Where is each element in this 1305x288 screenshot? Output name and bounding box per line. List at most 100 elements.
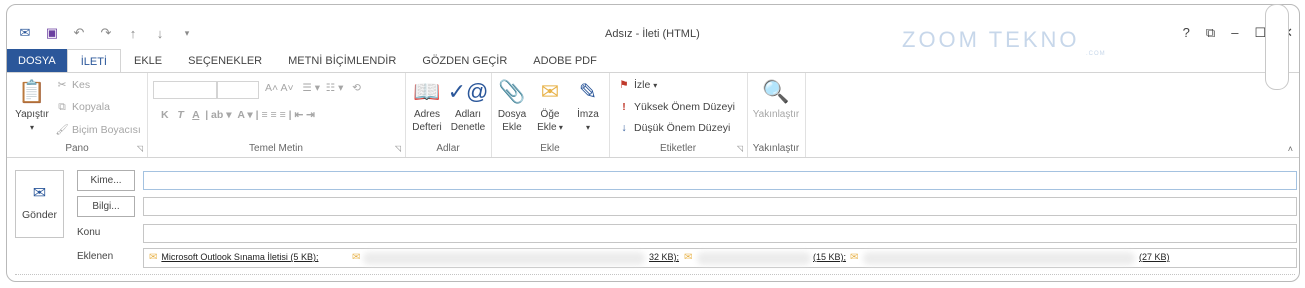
tab-adobe-pdf[interactable]: ADOBE PDF (520, 49, 610, 73)
to-field[interactable] (143, 171, 1297, 190)
redacted-attachment (697, 252, 811, 265)
mail-icon[interactable]: ✉ (17, 25, 33, 41)
dialog-launcher-icon[interactable]: ◹ (737, 144, 743, 153)
high-importance-icon: ! (622, 101, 626, 113)
attach-item-l2: Ekle (537, 122, 557, 133)
attach-item-l1: Öğe (540, 109, 560, 120)
cc-field[interactable] (143, 197, 1297, 216)
flag-icon: ⚑ (619, 79, 629, 91)
attach-item-button[interactable]: ✉ Öğe Ekle ▾ (531, 79, 569, 134)
redacted-attachment (363, 252, 645, 265)
subject-field[interactable] (143, 224, 1297, 243)
collapse-ribbon-icon[interactable]: ˄ (1288, 144, 1293, 154)
cut-button[interactable]: ✂ Kes (55, 79, 91, 91)
ribbon: 📋 Yapıştır ▾ ✂ Kes ⧉ Kopyala 🖌 Biçim Boyacı… (7, 72, 1299, 158)
group-include: 📎 Dosya Ekle ✉ Öğe Ekle ▾ ✎ İmza ▾ Ekle (491, 73, 610, 157)
minimize-button[interactable]: – (1231, 25, 1238, 41)
send-label: Gönder (21, 209, 58, 221)
low-importance-button[interactable]: ↓ Düşük Önem Düzeyi (617, 122, 730, 134)
check-names-icon: ✓@ (447, 79, 489, 104)
quick-access-toolbar: ✉ ▣ ↶ ↷ ↑ ↓ ▾ (17, 25, 195, 41)
paste-label: Yapıştır (15, 109, 49, 120)
down-icon[interactable]: ↓ (152, 26, 168, 41)
high-importance-button[interactable]: ! Yüksek Önem Düzeyi (617, 101, 735, 113)
save-icon[interactable]: ▣ (44, 25, 60, 41)
zoom-label: Yakınlaştır (752, 109, 800, 120)
tab-message[interactable]: İLETİ (66, 49, 121, 74)
group-names: 📖 Adres Defteri ✓@ Adları Denetle Adlar (405, 73, 492, 157)
redo-icon[interactable]: ↷ (98, 25, 114, 41)
dialog-launcher-icon[interactable]: ◹ (395, 144, 401, 153)
tab-format-text[interactable]: METNİ BİÇİMLENDİR (275, 49, 409, 73)
envelope-icon: ✉ (684, 252, 693, 263)
help-button[interactable]: ? (1183, 25, 1190, 41)
font-size-buttons[interactable]: A˄ A˅ ☰ ▾ ☷ ▾ ⟲ (265, 82, 361, 94)
follow-up-button[interactable]: ⚑ İzle ▾ (617, 79, 657, 91)
undo-icon[interactable]: ↶ (71, 25, 87, 41)
tab-insert[interactable]: EKLE (121, 49, 175, 73)
copy-icon: ⧉ (58, 101, 66, 113)
send-icon: ✉ (32, 185, 47, 202)
paste-button[interactable]: 📋 Yapıştır ▾ (11, 79, 53, 134)
message-window: ✉ ▣ ↶ ↷ ↑ ↓ ▾ Adsız - İleti (HTML) ZOOM … (6, 4, 1300, 282)
underline-button[interactable]: A (192, 109, 199, 121)
address-book-button[interactable]: 📖 Adres Defteri (407, 79, 447, 134)
envelope-attach-icon: ✉ (540, 79, 560, 104)
attach-file-button[interactable]: 📎 Dosya Ekle (493, 79, 531, 134)
cc-button[interactable]: Bilgi... (77, 196, 135, 217)
up-icon[interactable]: ↑ (125, 26, 141, 41)
vertical-scrollbar[interactable] (1265, 4, 1289, 90)
signature-dropdown-icon: ▾ (585, 123, 590, 132)
attachment-item[interactable]: (15 KB); (813, 252, 846, 262)
low-importance-label: Düşük Önem Düzeyi (634, 122, 731, 134)
attachment-item[interactable]: (27 KB) (1139, 252, 1170, 262)
group-basic-text: A˄ A˅ ☰ ▾ ☷ ▾ ⟲ K T A | ab ▾ A ▾ | ≡ ≡ ≡… (147, 73, 406, 157)
subject-label: Konu (77, 227, 101, 238)
text-format-buttons: K T A | ab ▾ A ▾ | ≡ ≡ ≡ | ⇤ ⇥ (161, 109, 315, 121)
attachment-item[interactable]: ✉ Microsoft Outlook Sınama İletisi (5 KB)… (149, 252, 318, 263)
address-book-l2: Defteri (412, 122, 442, 133)
ribbon-tabs: DOSYA İLETİ EKLE SEÇENEKLER METNİ BİÇİML… (7, 49, 1299, 74)
group-label-basic-text: Temel Metin (249, 143, 303, 154)
copy-button[interactable]: ⧉ Kopyala (55, 101, 110, 114)
brush-icon: 🖌 (55, 124, 69, 136)
address-book-l1: Adres (413, 109, 441, 120)
attachment-label: Microsoft Outlook Sınama İletisi (5 KB); (161, 252, 319, 262)
group-label-zoom: Yakınlaştır (752, 143, 800, 154)
signature-icon: ✎ (578, 79, 598, 104)
signature-button[interactable]: ✎ İmza ▾ (571, 79, 605, 134)
high-importance-label: Yüksek Önem Düzeyi (634, 101, 735, 113)
paste-dropdown-icon: ▾ (29, 123, 34, 132)
paste-icon: 📋 (18, 79, 46, 104)
zoom-button[interactable]: 🔍 Yakınlaştır (749, 79, 803, 121)
bold-button[interactable]: K (161, 109, 169, 121)
dialog-launcher-icon[interactable]: ◹ (137, 144, 143, 153)
attached-label: Eklenen (77, 251, 114, 262)
attach-file-l2: Ekle (502, 122, 522, 133)
italic-button[interactable]: T (177, 109, 183, 121)
tab-options[interactable]: SEÇENEKLER (175, 49, 275, 73)
paperclip-icon: 📎 (498, 79, 526, 104)
magnifier-icon: 🔍 (762, 79, 790, 104)
ribbon-display-button[interactable]: ⧉ (1206, 25, 1215, 41)
follow-up-label: İzle (634, 79, 651, 91)
address-book-icon: 📖 (413, 79, 441, 104)
envelope-icon: ✉ (352, 252, 361, 263)
envelope-icon: ✉ (850, 252, 859, 263)
send-button[interactable]: ✉ Gönder (15, 170, 64, 238)
group-label-tags: Etiketler (659, 143, 697, 154)
check-names-button[interactable]: ✓@ Adları Denetle (447, 79, 489, 134)
group-zoom: 🔍 Yakınlaştır Yakınlaştır (747, 73, 806, 157)
tab-file[interactable]: DOSYA (7, 49, 67, 73)
redacted-attachment (863, 252, 1135, 265)
to-button[interactable]: Kime... (77, 170, 135, 191)
attachment-item[interactable]: 32 KB); (649, 252, 679, 262)
group-label-clipboard: Pano (65, 143, 89, 154)
font-name-box[interactable] (153, 81, 217, 99)
customize-icon[interactable]: ▾ (179, 28, 195, 39)
window-title: Adsız - İleti (HTML) (605, 28, 700, 40)
format-painter-button[interactable]: 🖌 Biçim Boyacısı (55, 123, 141, 136)
tab-review[interactable]: GÖZDEN GEÇİR (409, 49, 520, 73)
font-size-box[interactable] (217, 81, 259, 99)
low-importance-icon: ↓ (621, 122, 627, 134)
